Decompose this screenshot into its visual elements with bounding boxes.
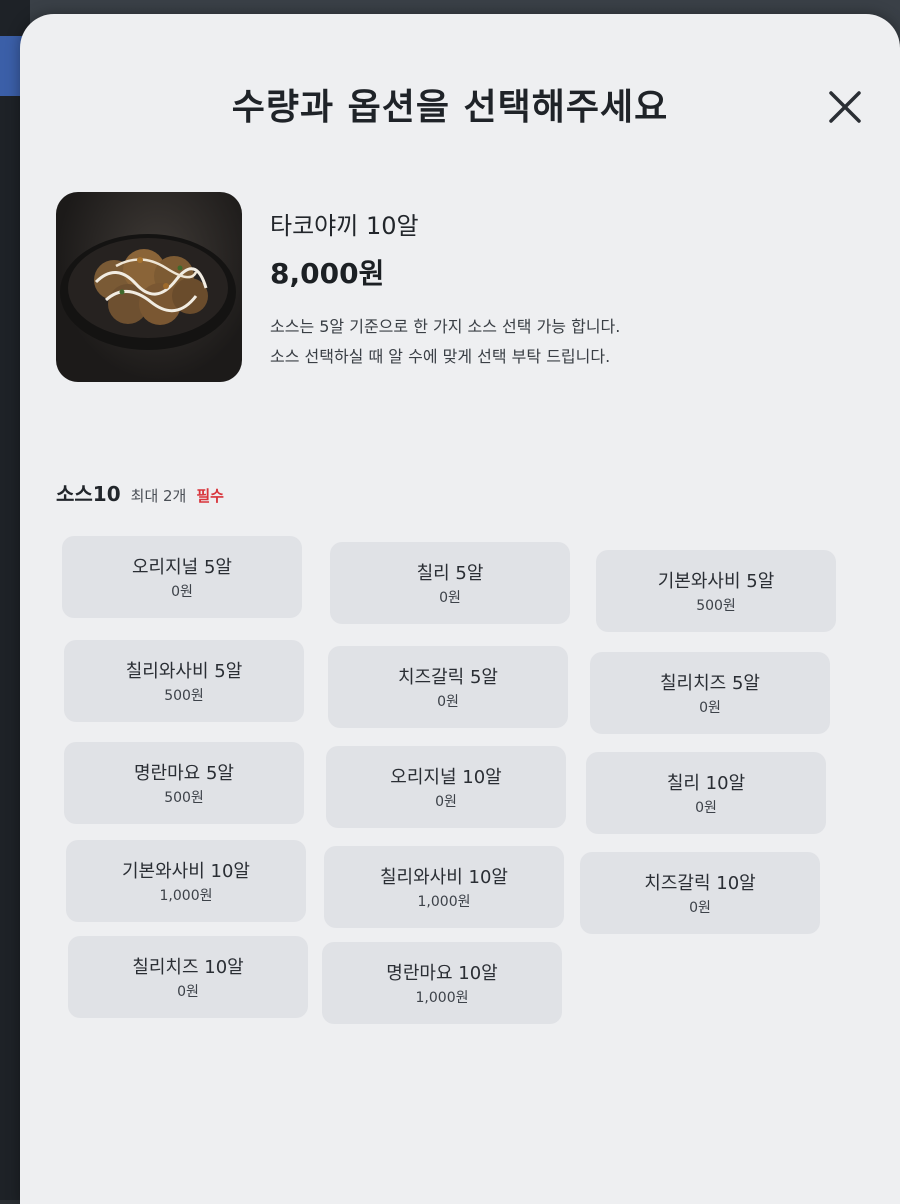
- product-description: 소스는 5알 기준으로 한 가지 소스 선택 가능 합니다. 소스 선택하실 때…: [270, 312, 830, 372]
- option-price: 500원: [696, 598, 736, 614]
- close-button[interactable]: [822, 84, 868, 130]
- option-button[interactable]: 치즈갈릭 5알 0원: [328, 646, 568, 728]
- option-name: 기본와사비 10알: [122, 861, 250, 882]
- option-button[interactable]: 오리지널 5알 0원: [62, 536, 302, 618]
- option-price: 0원: [437, 694, 459, 710]
- option-name: 칠리 5알: [416, 563, 484, 584]
- option-button[interactable]: 칠리 5알 0원: [330, 542, 570, 624]
- option-name: 칠리 10알: [666, 773, 746, 794]
- option-price: 500원: [164, 790, 204, 806]
- option-button[interactable]: 칠리와사비 5알 500원: [64, 640, 304, 722]
- option-button[interactable]: 기본와사비 5알 500원: [596, 550, 836, 632]
- description-line: 소스 선택하실 때 알 수에 맞게 선택 부탁 드립니다.: [270, 347, 611, 366]
- option-name: 기본와사비 5알: [657, 571, 775, 592]
- option-name: 치즈갈릭 5알: [398, 667, 498, 688]
- option-name: 명란마요 10알: [386, 963, 498, 984]
- option-price: 0원: [435, 794, 457, 810]
- option-price: 0원: [177, 984, 199, 1000]
- takoyaki-image: [56, 192, 242, 382]
- option-button[interactable]: 칠리와사비 10알 1,000원: [324, 846, 564, 928]
- option-price: 500원: [164, 688, 204, 704]
- option-price: 0원: [689, 900, 711, 916]
- required-badge: 필수: [196, 487, 224, 505]
- option-button[interactable]: 명란마요 5알 500원: [64, 742, 304, 824]
- product-name: 타코야끼 10알: [270, 212, 419, 240]
- modal-title: 수량과 옵션을 선택해주세요: [231, 87, 669, 128]
- option-price: 0원: [695, 800, 717, 816]
- option-group-max: 최대 2개: [130, 487, 187, 505]
- option-price: 1,000원: [159, 888, 213, 904]
- option-name: 칠리와사비 10알: [380, 867, 508, 888]
- option-name: 오리지널 5알: [132, 557, 232, 578]
- option-group-header: 소스10 최대 2개 필수: [56, 478, 224, 507]
- option-name: 오리지널 10알: [390, 767, 502, 788]
- option-price: 1,000원: [417, 894, 471, 910]
- option-button[interactable]: 칠리치즈 10알 0원: [68, 936, 308, 1018]
- option-name: 칠리와사비 5알: [125, 661, 243, 682]
- option-name: 치즈갈릭 10알: [644, 873, 756, 894]
- option-price: 0원: [171, 584, 193, 600]
- option-name: 칠리치즈 5알: [660, 673, 760, 694]
- option-button[interactable]: 기본와사비 10알 1,000원: [66, 840, 306, 922]
- option-price: 0원: [699, 700, 721, 716]
- description-line: 소스는 5알 기준으로 한 가지 소스 선택 가능 합니다.: [270, 317, 621, 336]
- option-name: 칠리치즈 10알: [132, 957, 244, 978]
- option-price: 0원: [439, 590, 461, 606]
- product-price: 8,000원: [270, 257, 385, 290]
- option-button[interactable]: 명란마요 10알 1,000원: [322, 942, 562, 1024]
- option-name: 명란마요 5알: [134, 763, 234, 784]
- option-button[interactable]: 칠리치즈 5알 0원: [590, 652, 830, 734]
- close-icon: [829, 91, 861, 123]
- option-group-title: 소스10: [56, 482, 121, 506]
- option-button[interactable]: 칠리 10알 0원: [586, 752, 826, 834]
- option-button[interactable]: 치즈갈릭 10알 0원: [580, 852, 820, 934]
- option-button[interactable]: 오리지널 10알 0원: [326, 746, 566, 828]
- option-price: 1,000원: [415, 990, 469, 1006]
